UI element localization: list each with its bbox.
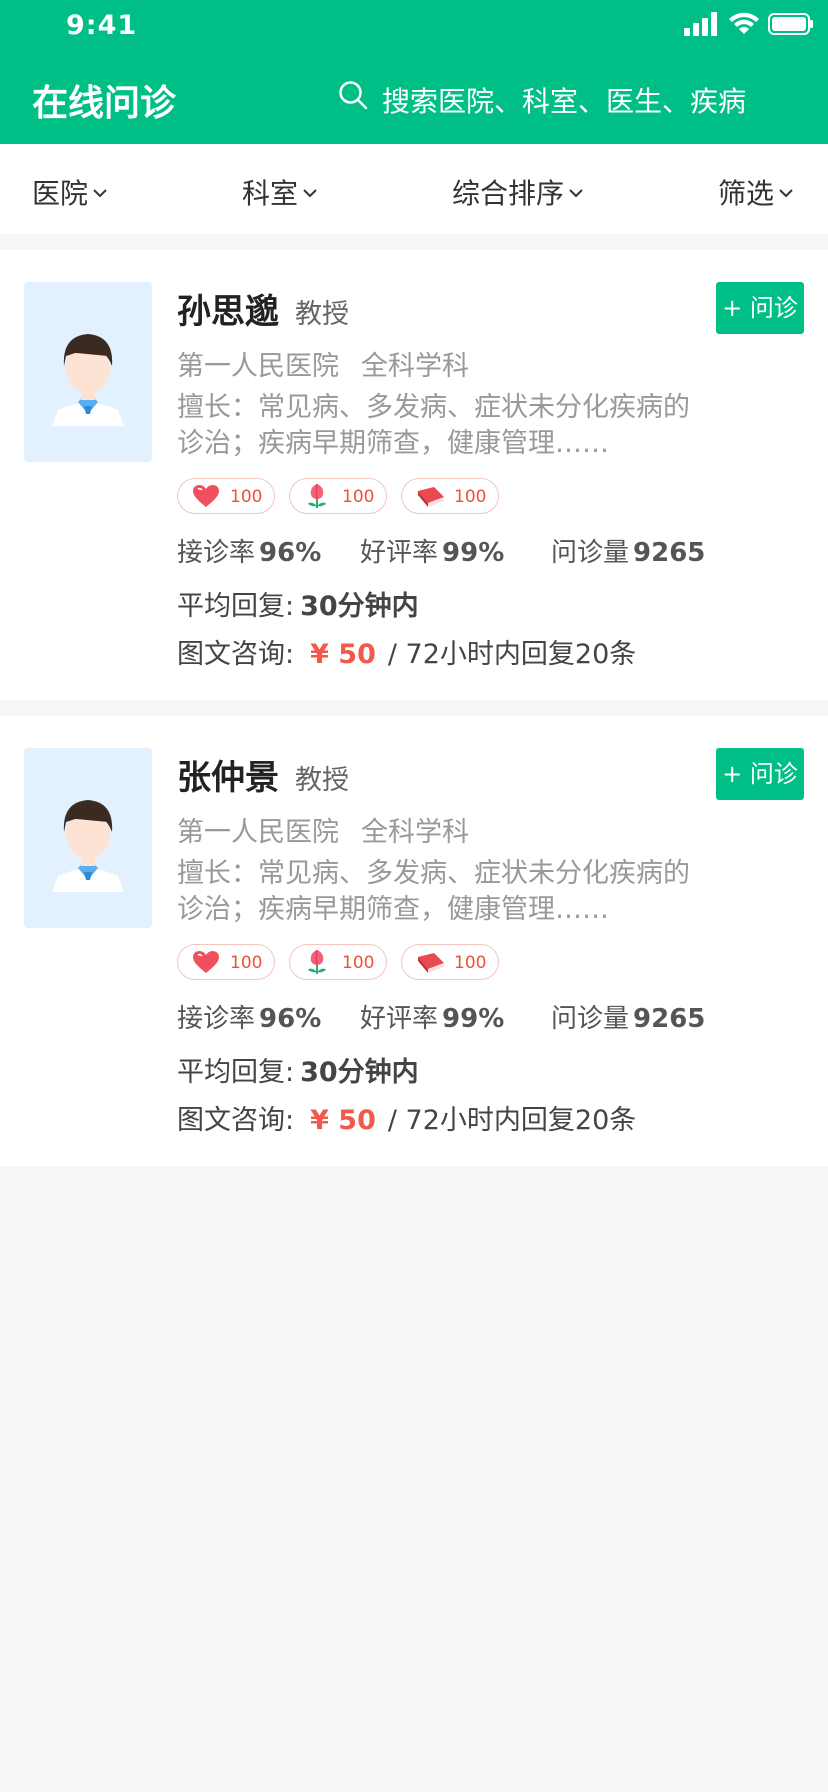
doctor-name: 孙思邈: [177, 292, 279, 332]
badge-count: 100: [230, 487, 263, 507]
doctor-card[interactable]: 孙思邈 教授 + 问诊 第一人民医院 全科学科 擅长：常见病、多发病、症状未分化疾…: [0, 250, 828, 700]
filter-label: 综合排序: [452, 177, 565, 210]
stat-value: 96%: [259, 1004, 322, 1034]
average-reply: 平均回复: 30分钟内: [177, 584, 419, 623]
page-title: 在线问诊: [32, 83, 177, 124]
search-input[interactable]: 搜索医院、科室、医生、疾病: [338, 76, 808, 120]
filter-label: 科室: [242, 177, 299, 210]
stat-value: 99%: [442, 1004, 505, 1034]
price-label: 图文咨询:: [177, 639, 295, 670]
search-icon: [339, 81, 368, 110]
chevron-down-icon: [93, 189, 107, 198]
reply-value: 30分钟内: [300, 1057, 419, 1088]
doctor-affiliation: 第一人民医院 全科学科: [177, 810, 469, 849]
badge-count: 100: [342, 953, 375, 973]
stat-rating: 好评率 99%: [360, 532, 504, 569]
filter-label: 筛选: [718, 177, 775, 210]
doctor-specialty: 擅长：常见病、多发病、症状未分化疾病的诊治；疾病早期筛查，健康管理……: [177, 858, 690, 925]
heart-badge: 100: [177, 478, 275, 514]
consult-price: 图文咨询: ¥ 50 / 72小时内回复20条: [177, 1098, 636, 1137]
heart-icon: [193, 951, 219, 973]
stat-label: 好评率: [360, 538, 439, 568]
reply-label: 平均回复:: [177, 591, 295, 622]
doctor-title: 教授: [295, 765, 349, 796]
heart-badge: 100: [177, 944, 275, 980]
chevron-down-icon: [303, 189, 317, 198]
price-value: ¥ 50: [310, 1105, 376, 1136]
app-header: 9:41 在线问诊 搜索医院、科室、医生、疾病: [0, 0, 828, 144]
price-note: / 72小时内回复20条: [387, 639, 637, 670]
battery-icon: [768, 13, 813, 35]
search-placeholder: 搜索医院、科室、医生、疾病: [382, 85, 747, 118]
stat-volume: 问诊量 9265: [551, 998, 705, 1035]
filter-screen[interactable]: 筛选: [718, 172, 794, 210]
chevron-down-icon: [779, 189, 793, 198]
doctor-stats: 接诊率 96% 好评率 99% 问诊量 9265: [177, 532, 777, 568]
book-badge: 100: [401, 478, 499, 514]
reply-label: 平均回复:: [177, 1057, 295, 1088]
stat-acceptance: 接诊率 96%: [177, 532, 321, 569]
flower-badge: 100: [289, 944, 387, 980]
book-icon: [418, 953, 444, 973]
consult-button[interactable]: + 问诊: [716, 748, 804, 800]
price-label: 图文咨询:: [177, 1105, 295, 1136]
department-name: 全科学科: [361, 351, 469, 382]
filter-sort[interactable]: 综合排序: [452, 172, 584, 210]
avatar: [24, 282, 152, 462]
filter-department[interactable]: 科室: [242, 172, 318, 210]
stat-acceptance: 接诊率 96%: [177, 998, 321, 1035]
flower-badge: 100: [289, 478, 387, 514]
stat-rating: 好评率 99%: [360, 998, 504, 1035]
doctor-specialty: 擅长：常见病、多发病、症状未分化疾病的诊治；疾病早期筛查，健康管理……: [177, 392, 690, 459]
badge-count: 100: [454, 487, 487, 507]
doctor-avatar-icon: [52, 334, 124, 426]
book-icon: [418, 487, 444, 507]
status-icons: [684, 12, 814, 38]
badge-count: 100: [454, 953, 487, 973]
reply-value: 30分钟内: [300, 591, 419, 622]
status-bar: 9:41: [0, 0, 828, 50]
stat-value: 9265: [633, 1004, 706, 1034]
flower-icon: [308, 949, 326, 974]
doctor-stats: 接诊率 96% 好评率 99% 问诊量 9265: [177, 998, 777, 1034]
hospital-name: 第一人民医院: [177, 817, 339, 848]
book-badge: 100: [401, 944, 499, 980]
filter-label: 医院: [32, 177, 89, 210]
doctor-title: 教授: [295, 299, 349, 330]
wifi-icon: [729, 12, 759, 34]
hospital-name: 第一人民医院: [177, 351, 339, 382]
stat-volume: 问诊量 9265: [551, 532, 705, 569]
stat-value: 99%: [442, 538, 505, 568]
filter-bar: 医院 科室 综合排序 筛选: [0, 144, 828, 234]
status-time: 9:41: [66, 10, 138, 41]
price-note: / 72小时内回复20条: [387, 1105, 637, 1136]
heart-icon: [193, 485, 219, 507]
doctor-card[interactable]: 张仲景 教授 + 问诊 第一人民医院 全科学科 擅长：常见病、多发病、症状未分化疾…: [0, 716, 828, 1166]
stat-value: 9265: [633, 538, 706, 568]
chevron-down-icon: [569, 189, 583, 198]
consult-button[interactable]: + 问诊: [716, 282, 804, 334]
stat-label: 好评率: [360, 1004, 439, 1034]
average-reply: 平均回复: 30分钟内: [177, 1050, 419, 1089]
stat-label: 接诊率: [177, 538, 256, 568]
doctor-name: 张仲景: [177, 758, 279, 798]
stat-label: 问诊量: [551, 538, 630, 568]
badge-count: 100: [342, 487, 375, 507]
stat-label: 问诊量: [551, 1004, 630, 1034]
doctor-avatar-icon: [52, 800, 124, 892]
signal-icon: [684, 12, 717, 36]
stat-label: 接诊率: [177, 1004, 256, 1034]
badge-count: 100: [230, 953, 263, 973]
department-name: 全科学科: [361, 817, 469, 848]
doctor-affiliation: 第一人民医院 全科学科: [177, 344, 469, 383]
price-value: ¥ 50: [310, 639, 376, 670]
filter-hospital[interactable]: 医院: [32, 172, 108, 210]
stat-value: 96%: [259, 538, 322, 568]
flower-icon: [308, 483, 326, 508]
consult-price: 图文咨询: ¥ 50 / 72小时内回复20条: [177, 632, 636, 671]
avatar: [24, 748, 152, 928]
